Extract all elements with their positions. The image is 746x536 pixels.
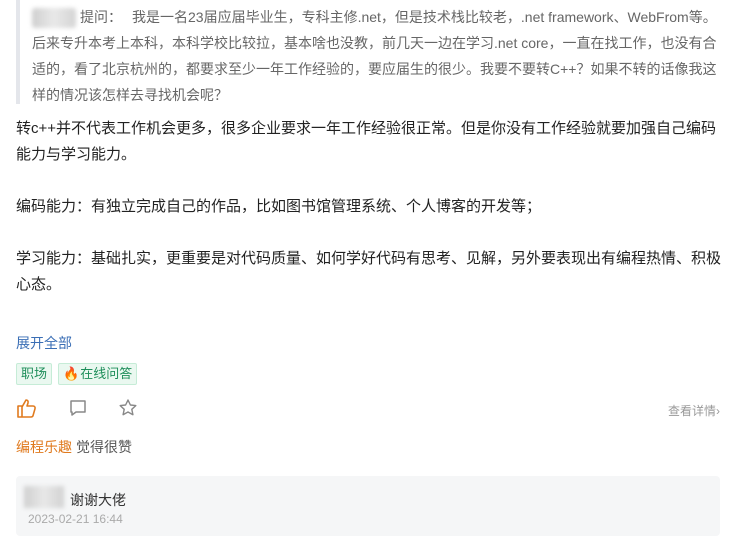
asker-avatar	[32, 8, 76, 29]
answer-paragraph-2: 编码能力：有独立完成自己的作品，比如图书馆管理系统、个人博客的开发等；	[16, 198, 542, 215]
tag-workplace[interactable]: 职场	[16, 363, 53, 385]
answer-paragraph-3: 学习能力：基础扎实，更重要是对代码质量、如何学好代码有思考、见解，另外要表现出有…	[16, 250, 722, 293]
answer-body: 转c++并不代表工作机会更多，很多企业要求一年工作经验很正常。但是你没有工作经验…	[16, 116, 728, 298]
thumbs-up-icon[interactable]	[16, 398, 38, 418]
liker-name[interactable]: 编程乐趣	[16, 439, 72, 455]
comment-time: 2023-02-21 16:44	[28, 512, 123, 526]
tag-online-qa[interactable]: 🔥在线问答	[58, 363, 138, 385]
chevron-right-icon: ›	[716, 404, 720, 418]
expand-all-link[interactable]: 展开全部	[16, 333, 72, 353]
likers-line: 编程乐趣 觉得很赞	[16, 437, 132, 457]
commenter-avatar	[24, 486, 64, 508]
question-text: 我是一名23届应届毕业生，专科主修.net，但是技术栈比较老，.net fram…	[32, 9, 717, 103]
star-icon[interactable]	[118, 398, 138, 418]
action-bar	[16, 398, 138, 418]
comment-icon[interactable]	[68, 398, 88, 418]
comment-item: 谢谢大佬 2023-02-21 16:44	[16, 476, 720, 536]
tag-list: 职场 🔥在线问答	[16, 363, 138, 385]
view-details-link[interactable]: 查看详情›	[668, 402, 720, 419]
question-quote: 提问： 我是一名23届应届毕业生，专科主修.net，但是技术栈比较老，.net f…	[16, 0, 728, 104]
question-label: 提问：	[80, 9, 122, 25]
comment-text: 谢谢大佬	[70, 492, 126, 508]
answer-paragraph-1: 转c++并不代表工作机会更多，很多企业要求一年工作经验很正常。但是你没有工作经验…	[16, 120, 717, 163]
fire-icon: 🔥	[63, 366, 80, 381]
likers-suffix: 觉得很赞	[76, 439, 132, 455]
